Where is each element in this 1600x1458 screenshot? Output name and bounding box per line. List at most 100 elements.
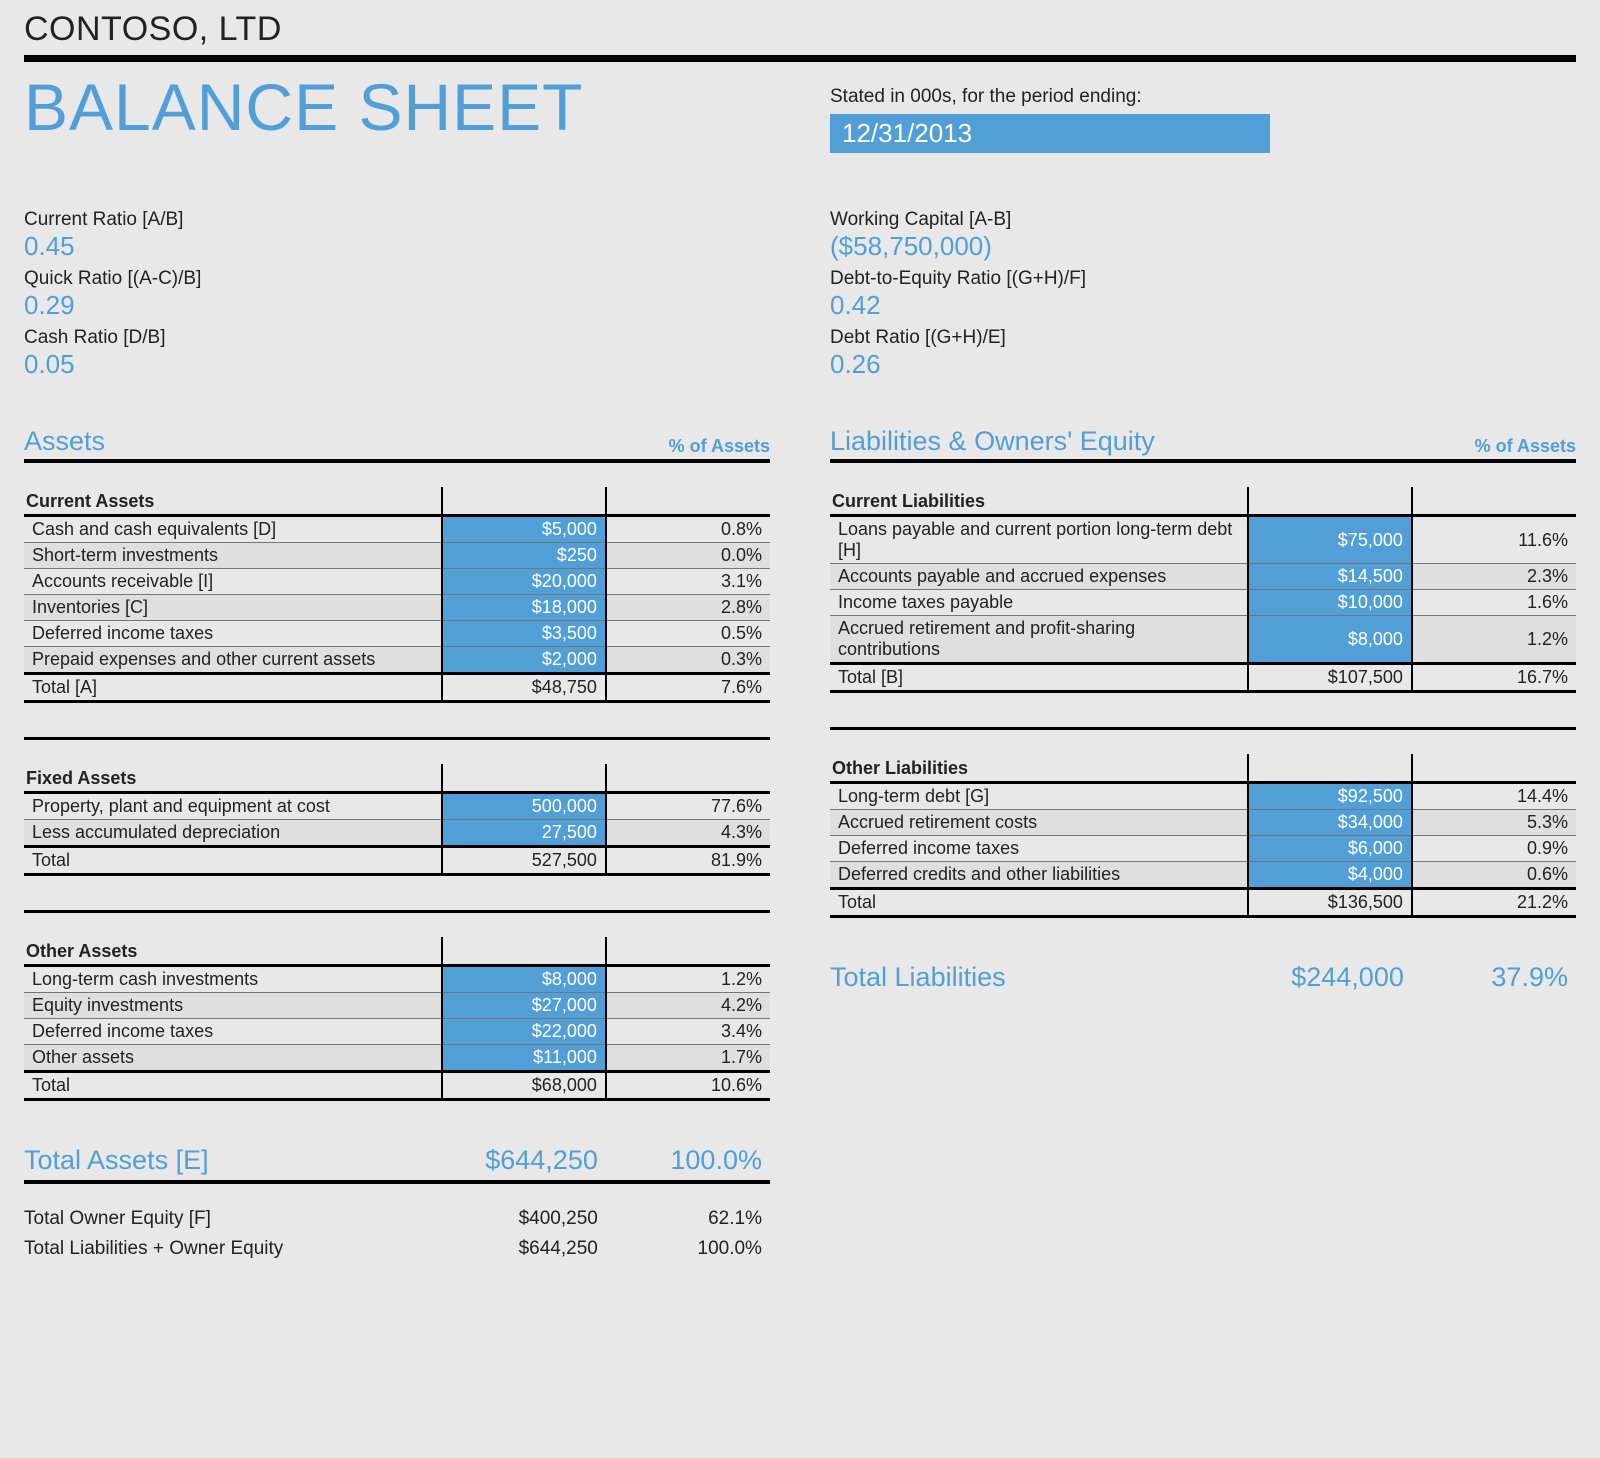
total-label: Total [24,1072,442,1100]
row-label: Inventories [C] [24,595,442,621]
table-row[interactable]: Long-term cash investments$8,0001.2% [24,966,770,993]
owner-equity-label: Total Owner Equity [F] [24,1208,442,1230]
row-amount-cell[interactable]: $92,500 [1248,783,1412,810]
ratio-label: Debt Ratio [(G+H)/E] [830,327,1576,349]
ratio-label: Quick Ratio [(A-C)/B] [24,268,770,290]
table-row[interactable]: Short-term investments$2500.0% [24,543,770,569]
header-left-col: BALANCE SHEET [24,80,770,153]
row-pct-cell: 2.3% [1412,564,1576,590]
row-amount-cell[interactable]: $8,000 [442,966,606,993]
row-amount-cell[interactable]: $10,000 [1248,590,1412,616]
row-amount-cell[interactable]: $2,000 [442,647,606,674]
lpe-label: Total Liabilities + Owner Equity [24,1238,442,1260]
table-row[interactable]: Inventories [C]$18,0002.8% [24,595,770,621]
row-label: Accounts payable and accrued expenses [830,564,1248,590]
table-row[interactable]: Income taxes payable$10,0001.6% [830,590,1576,616]
row-pct-cell: 4.2% [606,993,770,1019]
table-row[interactable]: Accounts receivable [I]$20,0003.1% [24,569,770,595]
row-amount-cell[interactable]: $27,000 [442,993,606,1019]
total-amount: $48,750 [442,674,606,702]
row-pct-cell: 1.7% [606,1045,770,1072]
row-pct-cell: 11.6% [1412,516,1576,564]
row-pct-cell: 77.6% [606,793,770,820]
period-date-cell[interactable]: 12/31/2013 [830,114,1270,153]
total-label: Total [24,847,442,875]
group-header-row: Fixed Assets [24,764,770,793]
row-amount-cell[interactable]: $5,000 [442,516,606,543]
owner-equity-row: Total Owner Equity [F] $400,250 62.1% [24,1202,770,1232]
stated-label: Stated in 000s, for the period ending: [830,86,1576,108]
row-amount-cell[interactable]: $22,000 [442,1019,606,1045]
row-amount-cell[interactable]: $14,500 [1248,564,1412,590]
table-row[interactable]: Deferred income taxes$3,5000.5% [24,621,770,647]
row-pct-cell: 0.9% [1412,836,1576,862]
total-pct: 10.6% [606,1072,770,1100]
balance-sheet-page: CONTOSO, LTD BALANCE SHEET Stated in 000… [0,0,1600,1292]
row-amount-cell[interactable]: $3,500 [442,621,606,647]
row-pct-cell: 0.6% [1412,862,1576,889]
total-pct: 81.9% [606,847,770,875]
table-row[interactable]: Prepaid expenses and other current asset… [24,647,770,674]
row-label: Loans payable and current portion long-t… [830,516,1248,564]
table-row[interactable]: Accrued retirement costs$34,0005.3% [830,810,1576,836]
row-amount-cell[interactable]: $250 [442,543,606,569]
table-row[interactable]: Less accumulated depreciation27,5004.3% [24,820,770,847]
group-header-spacer [606,487,770,516]
liabilities-column: Liabilities & Owners' Equity % of Assets… [830,382,1576,1262]
row-amount-cell[interactable]: $20,000 [442,569,606,595]
lpe-amount: $644,250 [442,1238,606,1260]
ratio-value: 0.05 [24,349,770,380]
header-rule [24,55,1576,62]
total-assets-row: Total Assets [E] $644,250 100.0% [24,1145,770,1184]
table-row[interactable]: Accrued retirement and profit-sharing co… [830,616,1576,664]
table-row[interactable]: Equity investments$27,0004.2% [24,993,770,1019]
row-amount-cell[interactable]: $6,000 [1248,836,1412,862]
row-amount-cell[interactable]: 27,500 [442,820,606,847]
table-row[interactable]: Deferred income taxes$22,0003.4% [24,1019,770,1045]
table-row[interactable]: Loans payable and current portion long-t… [830,516,1576,564]
liab-plus-equity-row: Total Liabilities + Owner Equity $644,25… [24,1232,770,1262]
table-row[interactable]: Cash and cash equivalents [D]$5,0000.8% [24,516,770,543]
total-label: Total [A] [24,674,442,702]
row-label: Property, plant and equipment at cost [24,793,442,820]
ratio-label: Debt-to-Equity Ratio [(G+H)/F] [830,268,1576,290]
main-columns: Assets % of Assets Current AssetsCash an… [24,382,1576,1262]
row-pct-cell: 3.1% [606,569,770,595]
total-amount: $107,500 [1248,664,1412,692]
group-header-row: Other Liabilities [830,754,1576,783]
table-row[interactable]: Other assets$11,0001.7% [24,1045,770,1072]
row-label: Short-term investments [24,543,442,569]
ratio-value: 0.29 [24,290,770,321]
row-amount-cell[interactable]: $4,000 [1248,862,1412,889]
row-amount-cell[interactable]: $75,000 [1248,516,1412,564]
group-total-row: Total [B]$107,50016.7% [830,664,1576,692]
group-separator [24,910,770,913]
group-header-spacer [1248,754,1412,783]
total-amount: $136,500 [1248,889,1412,917]
row-label: Less accumulated depreciation [24,820,442,847]
row-pct-cell: 14.4% [1412,783,1576,810]
row-amount-cell[interactable]: 500,000 [442,793,606,820]
row-amount-cell[interactable]: $34,000 [1248,810,1412,836]
total-liab-label: Total Liabilities [830,962,1248,993]
group-header-spacer [442,487,606,516]
table-row[interactable]: Property, plant and equipment at cost500… [24,793,770,820]
row-pct-cell: 0.3% [606,647,770,674]
group-title: Current Assets [24,487,442,516]
row-pct-cell: 0.8% [606,516,770,543]
total-liab-amount: $244,000 [1248,962,1412,993]
lpe-pct: 100.0% [606,1238,770,1260]
total-pct: 21.2% [1412,889,1576,917]
row-amount-cell[interactable]: $18,000 [442,595,606,621]
assets-groups: Current AssetsCash and cash equivalents … [24,487,770,1101]
table-row[interactable]: Long-term debt [G]$92,50014.4% [830,783,1576,810]
table-row[interactable]: Accounts payable and accrued expenses$14… [830,564,1576,590]
table-row[interactable]: Deferred credits and other liabilities$4… [830,862,1576,889]
row-amount-cell[interactable]: $8,000 [1248,616,1412,664]
header-right-col: Stated in 000s, for the period ending: 1… [830,80,1576,153]
total-assets-label: Total Assets [E] [24,1145,442,1176]
row-amount-cell[interactable]: $11,000 [442,1045,606,1072]
row-label: Equity investments [24,993,442,1019]
table-row[interactable]: Deferred income taxes$6,0000.9% [830,836,1576,862]
group-title: Current Liabilities [830,487,1248,516]
